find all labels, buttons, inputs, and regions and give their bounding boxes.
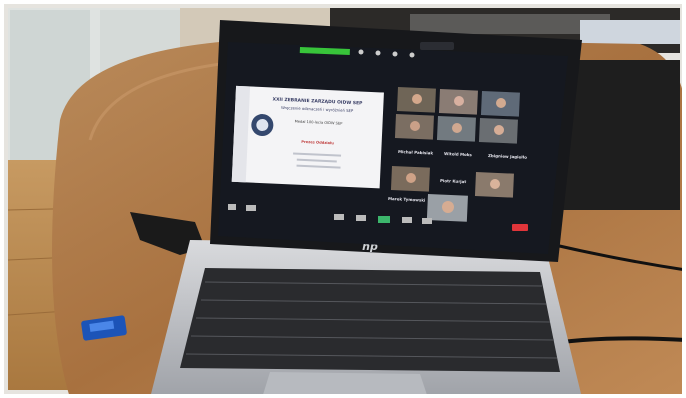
dark-cabinet (560, 60, 680, 210)
window-control-icon[interactable] (392, 51, 398, 57)
chat-icon[interactable] (356, 215, 366, 221)
end-call-icon[interactable] (512, 224, 528, 231)
window-control-icon[interactable] (358, 49, 364, 55)
window-control-icon[interactable] (409, 52, 415, 58)
reactions-icon[interactable] (422, 218, 432, 224)
window-control-icon[interactable] (375, 50, 381, 56)
mute-icon[interactable] (228, 204, 236, 210)
record-icon[interactable] (402, 217, 412, 223)
share-screen-icon[interactable] (378, 216, 390, 223)
background-papers (580, 20, 680, 44)
photo-scene: hp XXII ZEBRANIE ZARZĄDU OIDW SEP Wręcze… (0, 0, 686, 398)
camera-notch (420, 42, 454, 50)
participants-icon[interactable] (334, 214, 344, 220)
video-icon[interactable] (246, 205, 256, 211)
shared-slide: XXII ZEBRANIE ZARZĄDU OIDW SEP Wręczenie… (231, 85, 384, 189)
